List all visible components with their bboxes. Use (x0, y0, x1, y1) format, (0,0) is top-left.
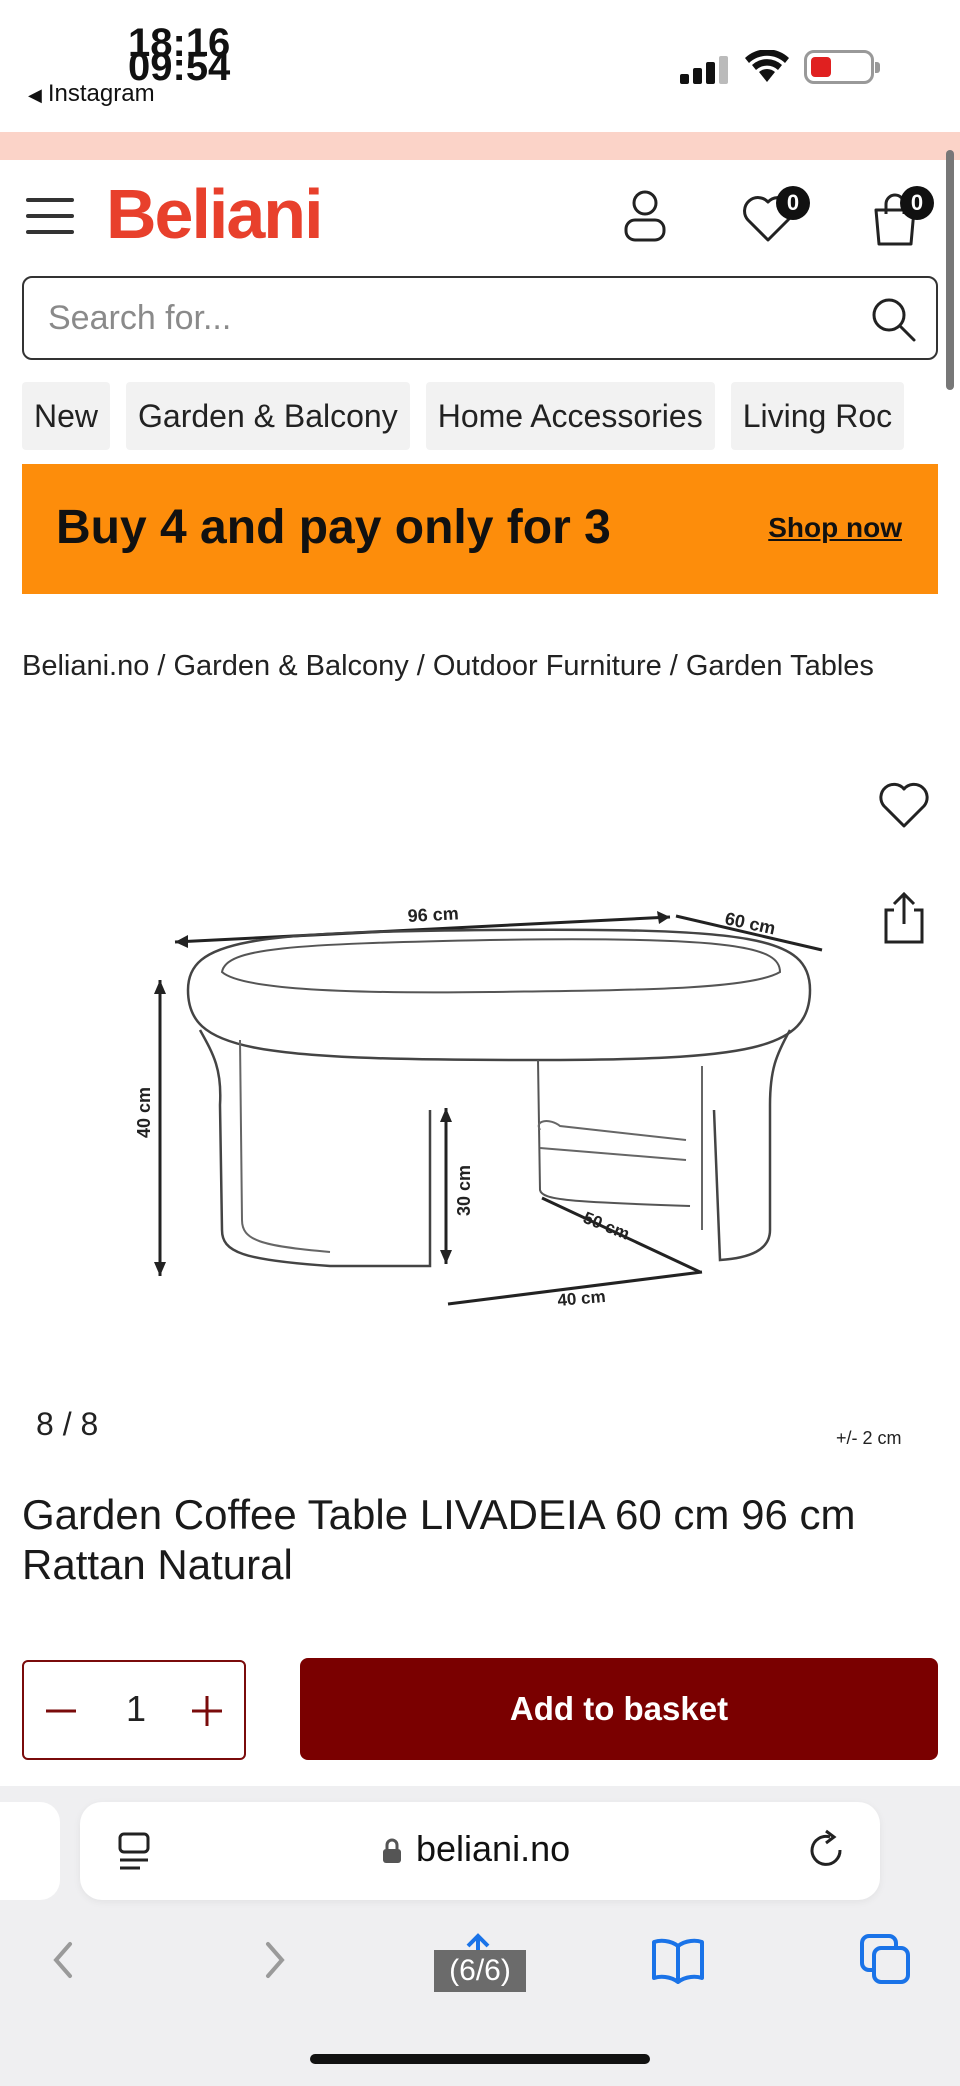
inner-depth-label: 50 cm (581, 1208, 633, 1244)
url-text[interactable]: beliani.no (416, 1828, 570, 1870)
wishlist-count-badge: 0 (776, 186, 810, 220)
beliani-logo[interactable]: Beliani (106, 176, 324, 252)
breadcrumb: Beliani.no / Garden & Balcony / Outdoor Furn… (22, 650, 874, 682)
page-menu-icon[interactable] (114, 1830, 154, 1872)
minus-icon[interactable] (36, 1684, 86, 1738)
breadcrumb-item[interactable]: Garden Tables (686, 650, 874, 682)
banner-text: Buy 4 and pay only for 3 (56, 501, 611, 554)
cart-button[interactable]: 0 (870, 186, 934, 248)
gallery-counter: 8 / 8 (36, 1406, 99, 1442)
breadcrumb-item[interactable]: Garden & Balcony (173, 650, 408, 682)
size-tolerance-note: +/- 2 cm (836, 1428, 902, 1448)
wishlist-button[interactable]: 0 (740, 186, 810, 246)
product-dimension-diagram: 96 cm 60 cm 40 cm 30 cm 50 cm 40 cm (134, 903, 823, 1310)
address-bar[interactable]: beliani.no (80, 1802, 880, 1900)
table-top-inner (220, 938, 782, 994)
account-icon[interactable] (620, 188, 670, 244)
wifi-icon (745, 50, 789, 82)
add-to-basket-button[interactable]: Add to basket (300, 1658, 938, 1760)
forward-icon[interactable] (244, 1930, 304, 1990)
nav-item-new[interactable]: New (22, 382, 111, 450)
back-to-app-link[interactable]: ◀ Instagram (28, 80, 155, 108)
menu-icon[interactable] (26, 194, 78, 238)
back-app-label: Instagram (47, 80, 155, 107)
search-input[interactable] (48, 292, 848, 344)
inner-height-label: 30 cm (454, 1165, 474, 1216)
scrollbar[interactable] (946, 150, 954, 390)
favorite-heart-icon[interactable] (876, 780, 932, 832)
cart-count-badge: 0 (900, 186, 934, 220)
back-triangle-icon: ◀ (28, 85, 42, 105)
promo-strip (0, 132, 960, 160)
previous-tab-preview[interactable] (0, 1802, 60, 1900)
breadcrumb-item[interactable]: Outdoor Furniture (433, 650, 662, 682)
quantity-stepper: 1 (22, 1660, 246, 1760)
status-time-overlay: 09:54 (128, 45, 231, 89)
search-box (22, 276, 938, 360)
home-indicator[interactable] (310, 2054, 650, 2064)
nav-item-living-room[interactable]: Living Roc (730, 382, 905, 450)
battery-icon (804, 50, 880, 84)
reload-icon[interactable] (804, 1828, 848, 1872)
share-icon[interactable] (880, 890, 928, 946)
search-icon[interactable] (868, 294, 918, 344)
lock-icon (383, 1838, 401, 1863)
inner-width-label: 40 cm (557, 1287, 607, 1310)
promo-banner[interactable]: Buy 4 and pay only for 3 Shop now (22, 464, 938, 594)
height-label: 40 cm (134, 1087, 154, 1138)
product-title: Garden Coffee Table LIVADEIA 60 cm 96 cm… (22, 1491, 856, 1588)
cellular-signal-icon (680, 56, 730, 84)
bookmarks-icon[interactable] (648, 1930, 708, 1990)
nav-item-home-accessories[interactable]: Home Accessories (425, 382, 715, 450)
shop-now-link[interactable]: Shop now (768, 512, 902, 544)
nav-item-garden-balcony[interactable]: Garden & Balcony (126, 382, 410, 450)
back-icon[interactable] (34, 1930, 94, 1990)
tabs-icon[interactable] (856, 1930, 916, 1990)
category-nav: New Garden & Balcony Home Accessories Livin… (22, 382, 938, 450)
width-label: 96 cm (407, 903, 459, 926)
quantity-value[interactable]: 1 (114, 1688, 158, 1730)
plus-icon[interactable] (182, 1684, 232, 1738)
screenshot-counter-overlay: (6/6) (434, 1950, 526, 1992)
breadcrumb-item[interactable]: Beliani.no (22, 650, 149, 682)
